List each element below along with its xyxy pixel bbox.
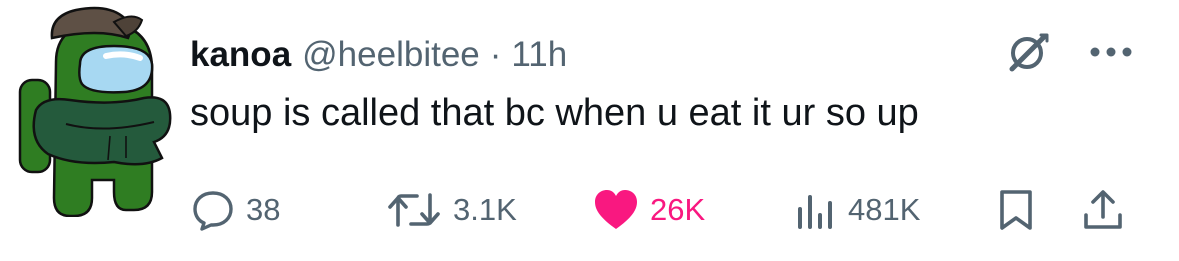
bar-chart-icon bbox=[798, 195, 832, 229]
action-bar: 38 3.1K 26K 481K bbox=[0, 180, 1179, 240]
grok-icon[interactable] bbox=[1003, 28, 1053, 78]
tweet-header: kanoa @heelbitee · 11h bbox=[190, 33, 567, 77]
share-button[interactable] bbox=[1080, 180, 1126, 240]
view-count: 481K bbox=[848, 192, 921, 227]
display-name[interactable]: kanoa bbox=[190, 35, 291, 75]
views-button[interactable]: 481K bbox=[794, 180, 920, 240]
like-count: 26K bbox=[650, 192, 706, 227]
repost-arrows-icon bbox=[388, 193, 440, 227]
bookmark-icon bbox=[1000, 190, 1032, 230]
timestamp[interactable]: 11h bbox=[511, 35, 567, 75]
reply-count: 38 bbox=[246, 192, 281, 227]
tweet-text: soup is called that bc when u eat it ur … bbox=[190, 92, 919, 134]
user-handle[interactable]: @heelbitee bbox=[302, 35, 480, 75]
repost-count: 3.1K bbox=[453, 192, 517, 227]
bookmark-button[interactable] bbox=[994, 180, 1038, 240]
share-upload-icon bbox=[1084, 190, 1122, 229]
reply-button[interactable]: 38 bbox=[190, 180, 280, 240]
repost-button[interactable]: 3.1K bbox=[385, 180, 517, 240]
more-options-icon[interactable] bbox=[1087, 34, 1135, 70]
heart-filled-icon bbox=[595, 190, 637, 229]
tweet: kanoa @heelbitee · 11h soup is called th… bbox=[0, 0, 1179, 261]
like-button[interactable]: 26K bbox=[592, 180, 705, 240]
separator-dot: · bbox=[489, 35, 502, 74]
speech-bubble-icon bbox=[193, 191, 233, 231]
